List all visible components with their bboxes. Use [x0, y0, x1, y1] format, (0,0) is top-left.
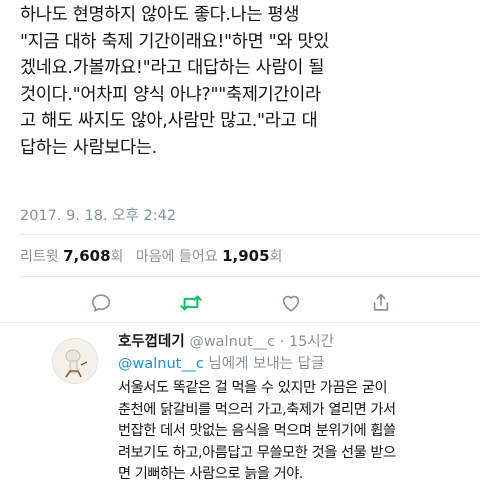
avatar-image [53, 339, 97, 383]
reply-line: 려보기도 하고,아름답고 무쓸모한 것을 선물 받으 [118, 444, 396, 461]
retweet-icon [180, 295, 202, 311]
reply-button[interactable] [86, 288, 116, 318]
divider [0, 322, 480, 323]
reply-header: 호두껍데기 @walnut__c · 15시간 [118, 330, 334, 351]
reply-to-mention[interactable]: @walnut__c [118, 356, 204, 372]
like-count[interactable]: 1,905 [222, 247, 269, 265]
reply-line: 서울서도 똑같은 걸 먹을 수 있지만 가끔은 굳이 [118, 380, 388, 396]
tweet-line: 고 해도 싸지도 않아,사람만 많고."라고 대 [20, 111, 318, 131]
reply-text: 서울서도 똑같은 걸 먹을 수 있지만 가끔은 굳이 춘천에 닭갈비를 먹으러 … [118, 378, 468, 480]
like-unit: 회 [269, 249, 283, 265]
retweet-button[interactable] [176, 288, 206, 318]
tweet-line: "지금 대하 축제 기간이래요!"하면 "와 맛있 [20, 31, 330, 52]
reply-to-suffix: 님에게 보내는 답글 [203, 356, 325, 372]
reply-line: 면 기뻐하는 사람으로 늙을 거야. [118, 466, 304, 480]
divider [20, 276, 480, 277]
reply-author-name[interactable]: 호두껍데기 [118, 334, 185, 350]
tweet-stats: 리트윗 7,608회 마음에 들어요 1,905회 [20, 246, 282, 266]
share-button[interactable] [366, 288, 396, 318]
tweet-line: 하나도 현명하지 않아도 좋다.나는 평생 [20, 5, 300, 25]
reply-to-line: @walnut__c 님에게 보내는 답글 [118, 352, 324, 373]
tweet-actions [0, 288, 480, 318]
retweet-count[interactable]: 7,608 [63, 247, 110, 265]
tweet-line: 겠네요.가볼까요!"라고 대답하는 사람이 될 [20, 58, 325, 78]
divider [20, 234, 480, 235]
reply-author-handle[interactable]: @walnut__c [189, 334, 275, 350]
tweet-text: 하나도 현명하지 않아도 좋다.나는 평생 "지금 대하 축제 기간이래요!"하… [20, 2, 472, 161]
heart-icon [282, 295, 300, 312]
reply-line: 번잡한 데서 맛없는 음식을 먹으며 분위기에 휩쓸 [118, 423, 396, 439]
tweet-line: 답하는 사람보다는. [20, 137, 157, 158]
reply-time[interactable]: · 15시간 [280, 334, 334, 350]
reply-line: 춘천에 닭갈비를 먹으러 가고,축제가 열리면 가서 [118, 401, 396, 418]
avatar[interactable] [52, 338, 98, 384]
tweet-timestamp[interactable]: 2017. 9. 18. 오후 2:42 [20, 204, 176, 225]
tweet-line: 것이다."어차피 양식 아냐?""축제기간이라 [20, 84, 321, 105]
comment-icon [91, 294, 111, 312]
share-icon [373, 293, 389, 311]
like-label: 마음에 들어요 [135, 249, 218, 265]
like-button[interactable] [276, 288, 306, 318]
retweet-unit: 회 [110, 249, 124, 265]
retweet-label: 리트윗 [20, 249, 59, 265]
